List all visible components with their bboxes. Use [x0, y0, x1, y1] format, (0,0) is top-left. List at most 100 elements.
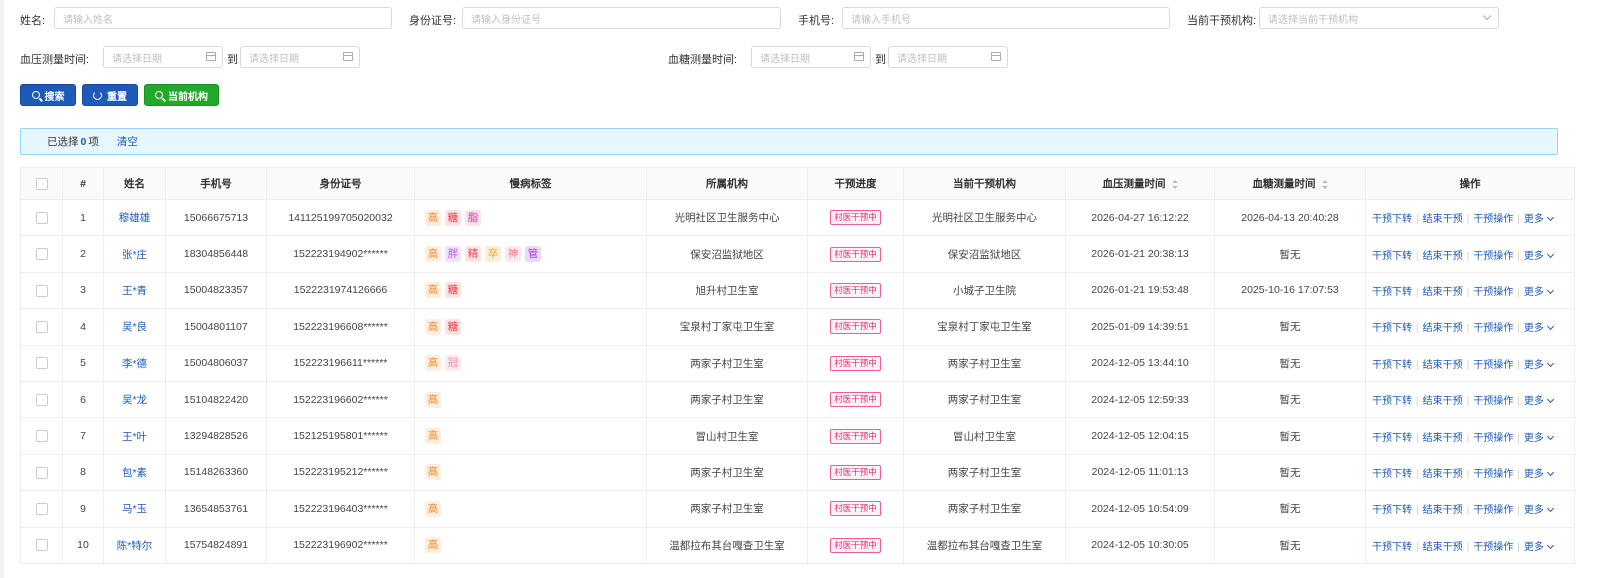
transfer-link[interactable]: 干预下转	[1372, 360, 1412, 371]
transfer-link[interactable]: 干预下转	[1372, 542, 1412, 553]
operate-link[interactable]: 干预操作	[1473, 251, 1513, 262]
transfer-link[interactable]: 干预下转	[1372, 323, 1412, 334]
more-label: 更多	[1523, 468, 1544, 480]
operate-link[interactable]: 干预操作	[1473, 469, 1513, 480]
row-checkbox[interactable]	[35, 284, 48, 297]
bs-end-date[interactable]: 请选择日期	[888, 46, 1008, 68]
more-label: 更多	[1523, 323, 1544, 335]
operate-link[interactable]: 干预操作	[1473, 396, 1513, 407]
transfer-link[interactable]: 干预下转	[1372, 287, 1412, 298]
patient-name-link[interactable]: 陈*特尔	[117, 540, 153, 552]
patient-name-link[interactable]: 吴*龙	[122, 394, 147, 406]
end-link[interactable]: 结束干预	[1423, 433, 1463, 444]
search-button[interactable]: 搜索	[20, 84, 76, 106]
more-dropdown[interactable]: 更多	[1524, 541, 1554, 553]
end-link[interactable]: 结束干预	[1423, 214, 1463, 225]
transfer-link[interactable]: 干预下转	[1372, 396, 1412, 407]
header-progress: 干预进度	[807, 167, 904, 200]
chevron-down-icon	[1546, 468, 1554, 476]
sort-icon[interactable]	[1321, 179, 1328, 189]
date-placeholder: 请选择日期	[760, 53, 810, 65]
calendar-icon	[991, 52, 1001, 61]
operate-link[interactable]: 干预操作	[1473, 214, 1513, 225]
header-bp-time[interactable]: 血压测量时间	[1065, 167, 1215, 200]
more-dropdown[interactable]: 更多	[1524, 505, 1554, 516]
name-input[interactable]: 请输入姓名	[54, 7, 392, 29]
row-checkbox[interactable]	[35, 211, 48, 224]
disease-tag: 卒	[485, 246, 501, 263]
table-row: 1 穆雄雄 15066675713 141125199705020032 高糖脂光明社区…	[20, 198, 1575, 237]
phone-input[interactable]: 请输入手机号	[842, 7, 1170, 29]
end-link[interactable]: 结束干预	[1423, 396, 1463, 407]
end-link[interactable]: 结束干预	[1423, 251, 1463, 262]
row-checkbox[interactable]	[35, 466, 48, 479]
current-org-button[interactable]: 当前机构	[144, 84, 219, 106]
transfer-link[interactable]: 干预下转	[1372, 505, 1412, 516]
row-bs-time: 暂无	[1214, 235, 1366, 273]
more-dropdown[interactable]: 更多	[1523, 250, 1554, 262]
end-link[interactable]: 结束干预	[1423, 323, 1463, 334]
sort-icon[interactable]	[1171, 179, 1178, 189]
operate-link[interactable]: 干预操作	[1473, 323, 1513, 334]
reset-button[interactable]: 重置	[82, 84, 138, 106]
more-dropdown[interactable]: 更多	[1524, 359, 1554, 371]
end-link[interactable]: 结束干预	[1423, 360, 1463, 371]
more-dropdown[interactable]: 更多	[1523, 323, 1554, 335]
transfer-link[interactable]: 干预下转	[1372, 433, 1412, 444]
row-checkbox[interactable]	[35, 430, 48, 443]
patient-name-link[interactable]: 包*素	[122, 467, 147, 479]
row-checkbox[interactable]	[35, 320, 48, 333]
more-dropdown[interactable]: 更多	[1523, 468, 1554, 480]
row-ops: 干预下转 | 结束干预 | 干预操作 | 更多	[1365, 344, 1575, 382]
divider: |	[1517, 432, 1520, 444]
operate-link[interactable]: 干预操作	[1473, 542, 1513, 553]
bs-start-date[interactable]: 请选择日期	[751, 46, 871, 68]
more-dropdown[interactable]: 更多	[1524, 432, 1554, 444]
more-dropdown[interactable]: 更多	[1524, 396, 1554, 407]
row-org: 两家子村卫生室	[646, 453, 808, 492]
operate-link[interactable]: 干预操作	[1473, 360, 1513, 371]
patient-name-link[interactable]: 张*庄	[122, 249, 147, 261]
chevron-down-icon	[1546, 505, 1554, 513]
org-select[interactable]: 请选择当前干预机构	[1259, 7, 1499, 29]
patient-name-link[interactable]: 穆雄雄	[119, 212, 151, 224]
row-checkbox[interactable]	[35, 248, 48, 261]
patient-name-link[interactable]: 马*玉	[122, 503, 147, 515]
row-checkbox[interactable]	[35, 357, 48, 370]
row-checkbox[interactable]	[35, 502, 48, 515]
row-checkbox[interactable]	[35, 393, 48, 406]
bp-start-date[interactable]: 请选择日期	[103, 46, 223, 68]
disease-tag: 高	[425, 209, 441, 226]
patient-name-link[interactable]: 王*青	[122, 285, 147, 297]
bp-end-date[interactable]: 请选择日期	[240, 46, 360, 68]
operate-link[interactable]: 干预操作	[1473, 433, 1513, 444]
transfer-link[interactable]: 干预下转	[1372, 469, 1412, 480]
progress-badge: 村医干预中	[830, 464, 881, 480]
row-checkbox[interactable]	[35, 539, 48, 552]
patient-name-link[interactable]: 李*德	[122, 358, 147, 370]
clear-selection-link[interactable]: 清空	[117, 134, 138, 149]
divider: |	[1466, 505, 1470, 517]
operate-link[interactable]: 干预操作	[1473, 287, 1513, 298]
end-link[interactable]: 结束干预	[1423, 505, 1463, 516]
row-name-cell: 包*素	[103, 453, 166, 492]
end-link[interactable]: 结束干预	[1423, 542, 1463, 553]
more-label: 更多	[1523, 250, 1544, 262]
disease-tag: 高	[425, 318, 441, 335]
row-id: 152223196902******	[266, 526, 415, 564]
id-input[interactable]: 请输入身份证号	[462, 7, 781, 29]
row-select-cell	[20, 417, 63, 455]
row-org: 保安沼监狱地区	[646, 235, 808, 273]
header-bs-time[interactable]: 血糖测量时间	[1214, 167, 1366, 200]
row-phone: 15066675713	[165, 198, 267, 237]
end-link[interactable]: 结束干预	[1423, 287, 1463, 298]
transfer-link[interactable]: 干预下转	[1372, 251, 1412, 262]
operate-link[interactable]: 干预操作	[1473, 505, 1513, 516]
select-all-checkbox[interactable]	[35, 177, 48, 190]
transfer-link[interactable]: 干预下转	[1372, 214, 1412, 225]
more-dropdown[interactable]: 更多	[1524, 214, 1554, 225]
patient-name-link[interactable]: 吴*良	[122, 321, 147, 333]
patient-name-link[interactable]: 王*叶	[122, 431, 147, 443]
more-dropdown[interactable]: 更多	[1524, 286, 1554, 298]
end-link[interactable]: 结束干预	[1423, 469, 1463, 480]
